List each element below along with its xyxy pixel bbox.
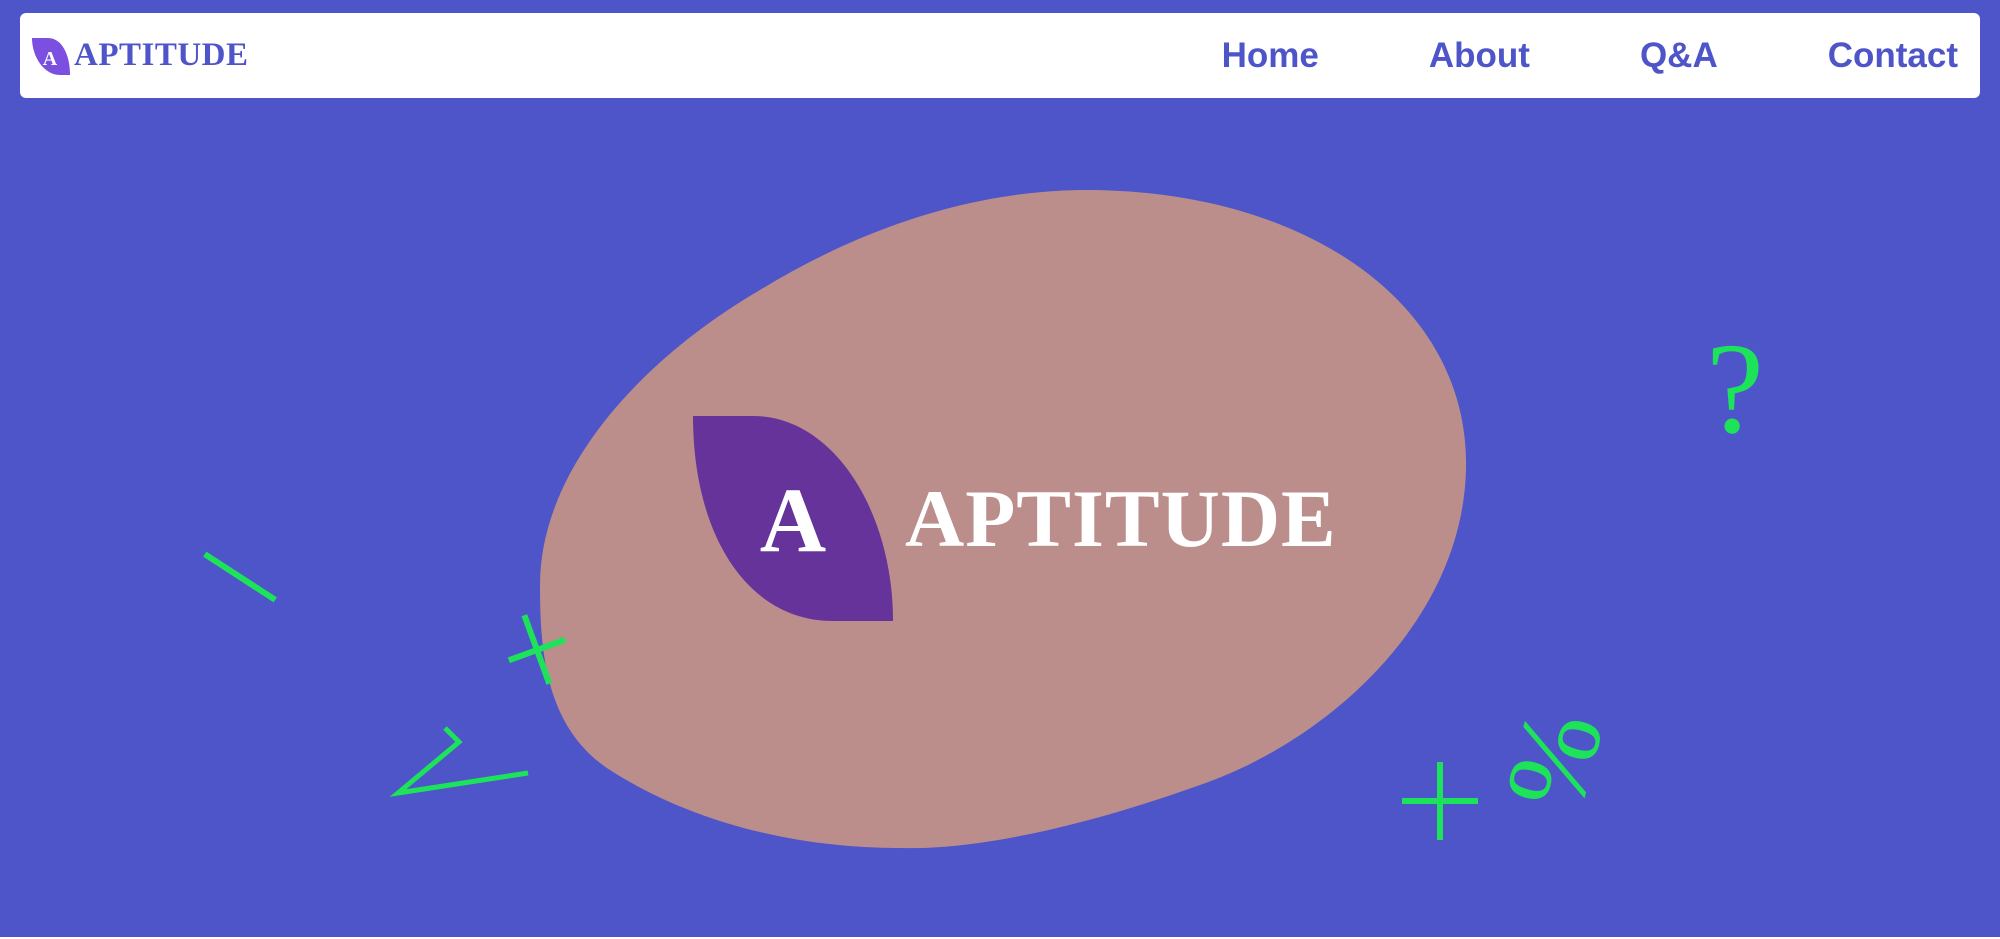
hero-logo-letter: A [760, 469, 826, 571]
brand-name: APTITUDE [74, 37, 249, 73]
leaf-logo-icon: A [30, 35, 72, 77]
brand-logo-link[interactable]: A APTITUDE [30, 33, 249, 78]
hero-title: APTITUDE [905, 473, 1337, 564]
main-nav: Home About Q&A Contact [1222, 13, 1958, 98]
brand-logo-letter: A [43, 48, 58, 70]
page: A APTITUDE Home About Q&A Contact A APTI… [0, 0, 2000, 939]
nav-link-home[interactable]: Home [1222, 38, 1319, 73]
navbar: A APTITUDE Home About Q&A Contact [20, 13, 1980, 98]
nav-link-qa[interactable]: Q&A [1640, 38, 1718, 73]
nav-link-contact[interactable]: Contact [1828, 38, 1958, 73]
nav-link-about[interactable]: About [1429, 38, 1530, 73]
